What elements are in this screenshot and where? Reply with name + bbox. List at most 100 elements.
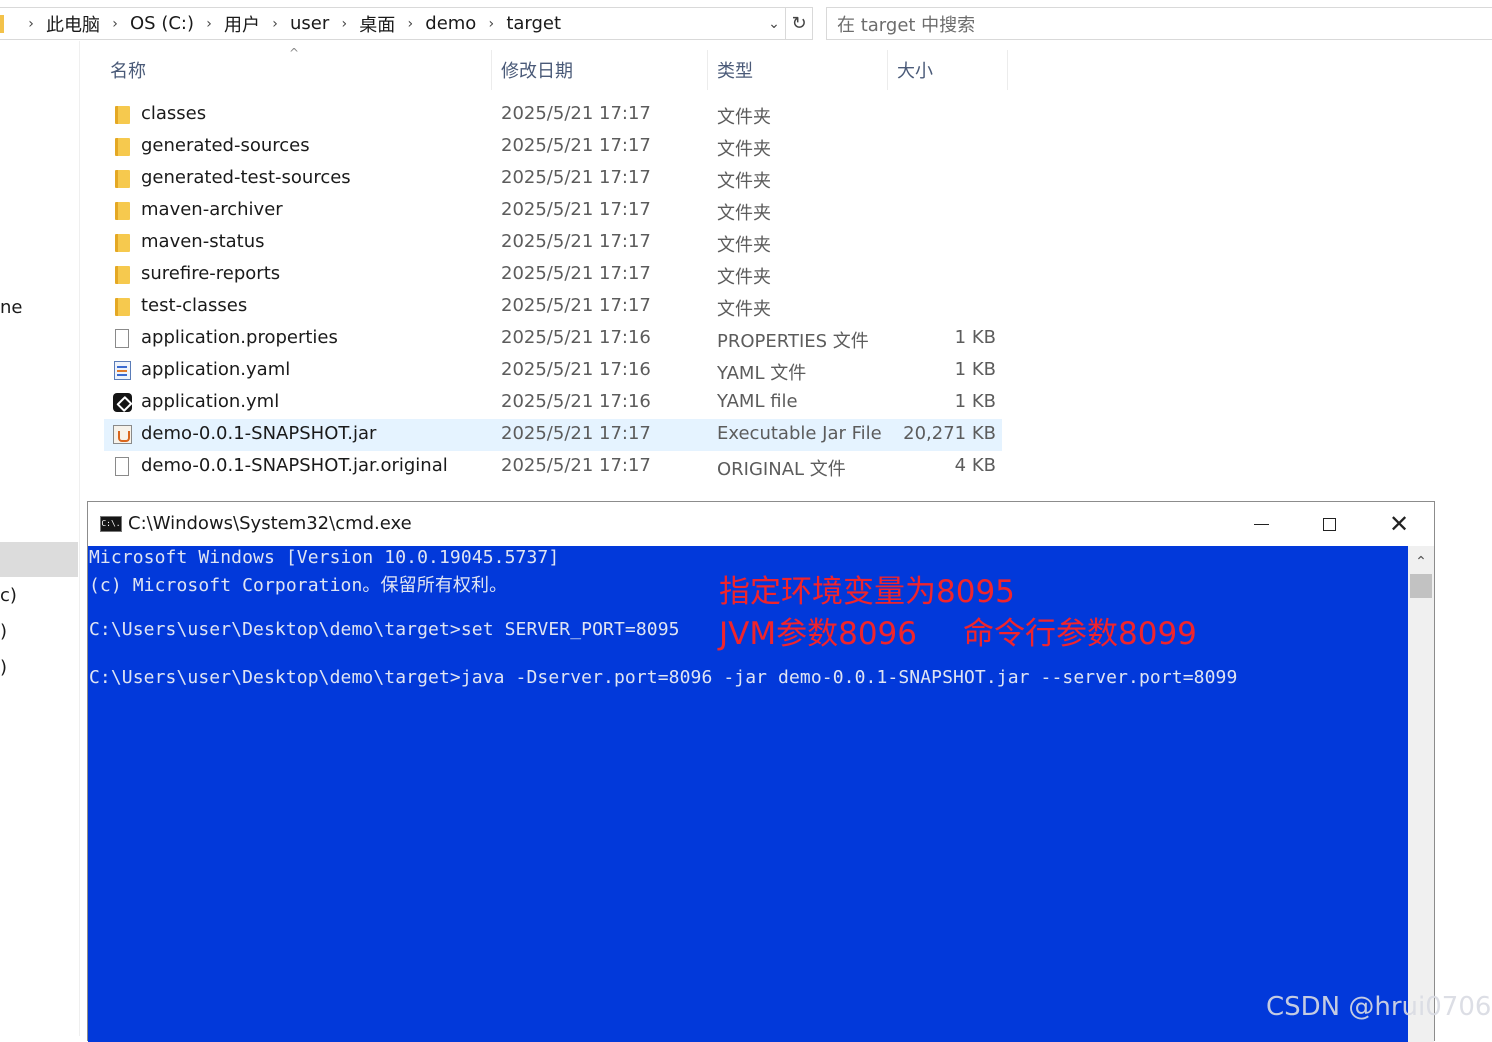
file-name: generated-sources [141, 135, 310, 156]
file-type: 文件夹 [717, 171, 771, 192]
yml-app-icon [113, 393, 132, 413]
cmd-app-icon[interactable]: C:\. [100, 516, 122, 532]
file-name: surefire-reports [141, 263, 281, 284]
column-header-size[interactable]: 大小 [887, 50, 1007, 90]
scroll-up-icon[interactable]: ⌃ [1408, 554, 1434, 570]
breadcrumb-label: demo [425, 13, 477, 34]
folder-icon [113, 201, 131, 221]
file-row[interactable]: maven-archiver 2025/5/21 17:17 文件夹 [104, 195, 1002, 227]
file-row[interactable]: demo-0.0.1-SNAPSHOT.jar.original 2025/5/… [104, 451, 1002, 483]
breadcrumb-item[interactable]: user › [290, 13, 359, 34]
scrollbar-thumb[interactable] [1410, 574, 1432, 598]
console-line: C:\Users\user\Desktop\demo\target>set SE… [89, 619, 680, 640]
close-button[interactable]: ✕ [1364, 502, 1434, 546]
breadcrumb-label: target [506, 13, 562, 34]
file-modified: 2025/5/21 17:16 [501, 391, 651, 412]
file-row[interactable]: maven-status 2025/5/21 17:17 文件夹 [104, 227, 1002, 259]
file-type: YAML 文件 [717, 363, 807, 384]
file-row[interactable]: generated-sources 2025/5/21 17:17 文件夹 [104, 131, 1002, 163]
nav-item-fragment[interactable]: ne [0, 297, 22, 318]
file-size: 1 KB [954, 391, 996, 412]
breadcrumb-item[interactable]: 此电脑 › [46, 11, 130, 37]
annotation-cli-param: 命令行参数8099 [963, 616, 1197, 652]
document-icon [113, 329, 131, 349]
file-row[interactable]: application.yaml 2025/5/21 17:16 YAML 文件… [104, 355, 1002, 387]
file-size: 20,271 KB [903, 423, 996, 444]
annotation-env-variable: 指定环境变量为8095 [719, 574, 1015, 610]
column-header-name[interactable]: 名称 [100, 50, 490, 90]
chevron-right-icon: › [272, 15, 278, 32]
chevron-right-icon: › [488, 15, 495, 32]
file-name: application.yml [141, 391, 280, 412]
file-row-selected[interactable]: demo-0.0.1-SNAPSHOT.jar 2025/5/21 17:17 … [104, 419, 1002, 451]
file-type: 文件夹 [717, 299, 771, 320]
search-input[interactable]: 在 target 中搜索 [826, 7, 1492, 40]
file-row[interactable]: classes 2025/5/21 17:17 文件夹 [104, 99, 1002, 131]
breadcrumb-item[interactable]: demo › [425, 13, 506, 34]
file-type: Executable Jar File [717, 423, 882, 444]
file-row[interactable]: application.properties 2025/5/21 17:16 P… [104, 323, 1002, 355]
file-type: 文件夹 [717, 267, 771, 288]
breadcrumb-separator[interactable]: › [16, 16, 46, 32]
folder-icon [113, 137, 131, 157]
folder-icon [113, 105, 131, 125]
yaml-file-icon [113, 361, 131, 381]
column-header-type[interactable]: 类型 [707, 50, 887, 90]
breadcrumb-label: 用户 [224, 14, 260, 36]
file-modified: 2025/5/21 17:16 [501, 359, 651, 380]
file-modified: 2025/5/21 17:17 [501, 295, 651, 316]
breadcrumb-item[interactable]: target [506, 13, 561, 34]
file-modified: 2025/5/21 17:17 [501, 103, 651, 124]
file-row[interactable]: surefire-reports 2025/5/21 17:17 文件夹 [104, 259, 1002, 291]
nav-item-selected[interactable] [0, 542, 78, 577]
file-name: test-classes [141, 295, 248, 316]
column-header-modified[interactable]: 修改日期 [491, 50, 707, 90]
file-size: 1 KB [954, 359, 996, 380]
file-name: demo-0.0.1-SNAPSHOT.jar.original [141, 455, 448, 476]
nav-item-fragment[interactable]: c) [0, 585, 17, 606]
folder-icon [113, 233, 131, 253]
file-name: application.properties [141, 327, 338, 348]
address-bar[interactable]: › 此电脑 › OS (C:) › 用户 › user › 桌面 › demo › targ… [0, 7, 813, 40]
file-row[interactable]: test-classes 2025/5/21 17:17 文件夹 [104, 291, 1002, 323]
column-divider[interactable] [1007, 50, 1008, 90]
breadcrumb-item[interactable]: 桌面 › [359, 11, 425, 37]
console-line: Microsoft Windows [Version 10.0.19045.57… [89, 547, 560, 568]
file-modified: 2025/5/21 17:17 [501, 135, 651, 156]
refresh-icon[interactable]: ↻ [785, 8, 812, 39]
file-row[interactable]: generated-test-sources 2025/5/21 17:17 文… [104, 163, 1002, 195]
nav-item-fragment[interactable]: ) [0, 621, 7, 642]
navigation-pane[interactable]: ne c) ) ) [0, 41, 80, 1036]
folder-icon [113, 297, 131, 317]
file-modified: 2025/5/21 17:16 [501, 327, 651, 348]
watermark: CSDN @hrui0706 [1266, 992, 1492, 1022]
file-size: 4 KB [954, 455, 996, 476]
file-modified: 2025/5/21 17:17 [501, 423, 651, 444]
minimize-button[interactable] [1226, 502, 1296, 546]
file-size: 1 KB [954, 327, 996, 348]
cmd-console[interactable]: Microsoft Windows [Version 10.0.19045.57… [88, 546, 1408, 1042]
file-type: 文件夹 [717, 139, 771, 160]
file-type: 文件夹 [717, 107, 771, 128]
chevron-down-icon[interactable]: ⌄ [763, 16, 785, 32]
file-type: 文件夹 [717, 235, 771, 256]
file-name: maven-archiver [141, 199, 283, 220]
maximize-button[interactable] [1294, 502, 1364, 546]
breadcrumb-item[interactable]: OS (C:) › [130, 13, 224, 34]
cmd-window[interactable]: C:\. C:\Windows\System32\cmd.exe ✕ Micro… [87, 501, 1435, 1042]
folder-icon [0, 14, 4, 33]
file-name: maven-status [141, 231, 265, 252]
jar-file-icon [113, 425, 132, 445]
breadcrumb-item[interactable]: 用户 › [224, 11, 290, 37]
vertical-scrollbar[interactable]: ⌃ [1408, 546, 1434, 1042]
breadcrumb-label: 桌面 [359, 14, 396, 36]
file-modified: 2025/5/21 17:17 [501, 199, 651, 220]
file-type: ORIGINAL 文件 [717, 459, 846, 480]
file-row[interactable]: application.yml 2025/5/21 17:16 YAML fil… [104, 387, 1002, 419]
nav-item-fragment[interactable]: ) [0, 657, 7, 678]
console-line: C:\Users\user\Desktop\demo\target>java -… [89, 667, 1238, 688]
breadcrumb-label: user [290, 13, 330, 34]
cmd-titlebar[interactable]: C:\. C:\Windows\System32\cmd.exe ✕ [88, 502, 1434, 546]
file-modified: 2025/5/21 17:17 [501, 231, 651, 252]
column-header-label: 类型 [717, 61, 753, 82]
